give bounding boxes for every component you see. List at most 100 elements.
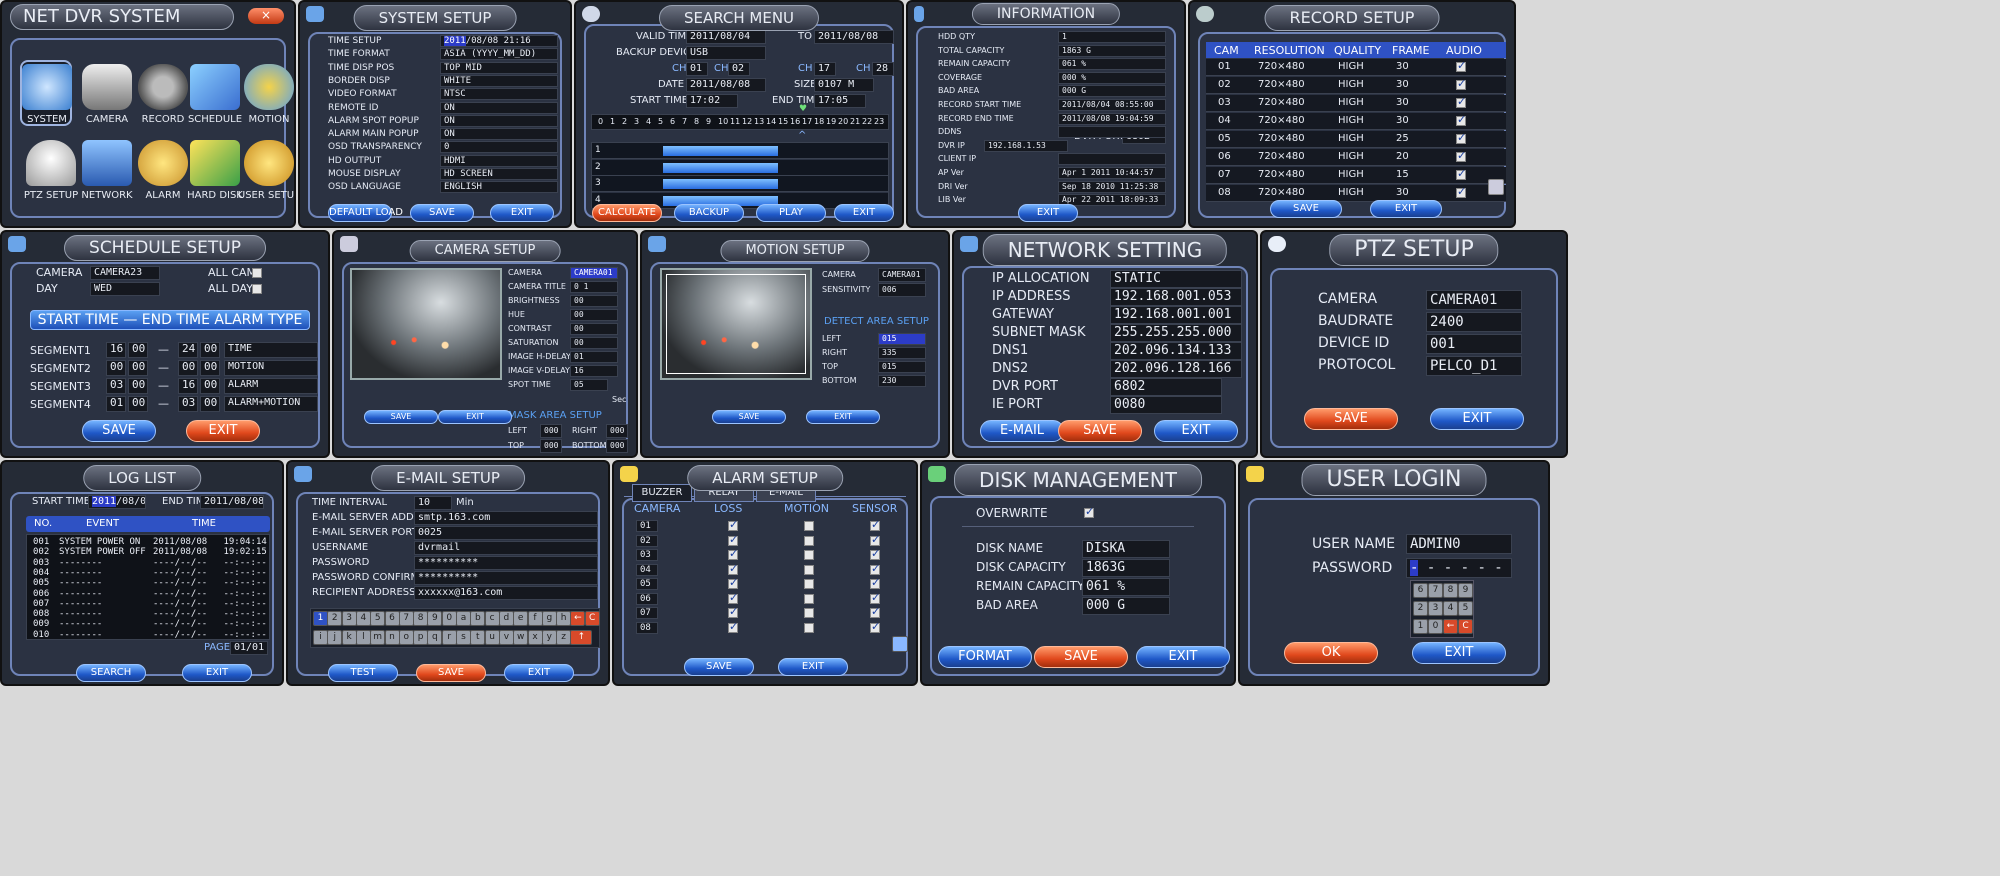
keyboard-key[interactable]: d xyxy=(498,611,514,626)
copy-icon[interactable] xyxy=(892,636,908,652)
record-cell[interactable]: 720×480 xyxy=(1258,133,1305,144)
motion-checkbox[interactable] xyxy=(804,608,814,618)
exit-button[interactable]: EXIT xyxy=(182,664,252,682)
setting-field[interactable]: TOP MID xyxy=(440,61,558,74)
record-cell[interactable]: 25 xyxy=(1396,133,1409,144)
log-event[interactable]: SYSTEM POWER ON xyxy=(59,537,140,547)
keyboard-key[interactable]: 4 xyxy=(355,611,371,626)
motion-checkbox[interactable] xyxy=(804,579,814,589)
camera-field[interactable]: CAMERA23 xyxy=(90,266,160,280)
record-cell[interactable]: 08 xyxy=(1218,187,1231,198)
keyboard-key[interactable]: 1 xyxy=(313,611,328,626)
start-minute-field[interactable]: 00 xyxy=(128,378,148,394)
keyboard-key[interactable]: x xyxy=(527,630,543,645)
system-icon[interactable] xyxy=(22,64,72,110)
record-cell[interactable]: 03 xyxy=(1218,97,1231,108)
exit-button[interactable]: EXIT xyxy=(504,664,574,682)
ok-button[interactable]: OK xyxy=(1284,642,1378,664)
keyboard-key[interactable]: g xyxy=(541,611,557,626)
mask-top-field[interactable]: 000 xyxy=(540,439,562,453)
keypad-key[interactable]: 9 xyxy=(1458,583,1473,598)
format-button[interactable]: FORMAT xyxy=(938,646,1032,668)
exit-button[interactable]: EXIT xyxy=(186,420,260,442)
save-button[interactable]: SAVE xyxy=(684,658,754,676)
audio-checkbox[interactable] xyxy=(1456,77,1466,90)
timeline-track[interactable]: 3 xyxy=(592,176,888,192)
email-field[interactable]: ********** xyxy=(414,556,598,570)
save-button[interactable]: SAVE xyxy=(416,664,486,682)
exit-button[interactable]: EXIT xyxy=(490,204,554,222)
sensor-checkbox[interactable] xyxy=(870,562,880,575)
tab-buzzer[interactable]: BUZZER xyxy=(632,484,692,502)
motion-checkbox[interactable] xyxy=(804,593,814,604)
test-button[interactable]: TEST xyxy=(328,664,398,682)
network-field[interactable]: STATIC xyxy=(1110,270,1242,288)
record-cell[interactable]: 720×480 xyxy=(1258,79,1305,90)
record-cell[interactable]: 15 xyxy=(1396,169,1409,180)
network-field[interactable]: 255.255.255.000 xyxy=(1110,324,1242,342)
setting-field[interactable]: HD SCREEN xyxy=(440,168,558,180)
log-event[interactable]: -------- xyxy=(59,589,102,599)
loss-checkbox[interactable] xyxy=(728,518,738,531)
camera-setting-field[interactable]: 00 xyxy=(570,295,618,307)
audio-checkbox[interactable] xyxy=(1456,185,1466,198)
save-button[interactable]: SAVE xyxy=(712,410,786,424)
exit-button[interactable]: EXIT xyxy=(1412,642,1506,664)
backup-button[interactable]: BACKUP xyxy=(674,204,744,222)
keyboard-key[interactable]: C xyxy=(584,611,600,626)
log-event[interactable]: -------- xyxy=(59,578,102,588)
keyboard-key[interactable]: k xyxy=(341,630,357,645)
keyboard-key[interactable]: t xyxy=(470,630,486,645)
record-cell[interactable]: 30 xyxy=(1396,61,1409,72)
network-field[interactable]: 0080 xyxy=(1110,396,1222,414)
end-time-field[interactable]: 2011/08/08 xyxy=(200,495,264,509)
network-field[interactable]: 6802 xyxy=(1110,378,1222,396)
camera-setting-field[interactable]: 01 xyxy=(570,351,618,363)
alarm-type-field[interactable]: ALARM xyxy=(224,378,318,394)
start-hour-field[interactable]: 16 xyxy=(106,342,126,358)
keyboard-key[interactable]: a xyxy=(456,611,471,626)
exit-button[interactable]: EXIT xyxy=(1018,204,1078,222)
all-cam-checkbox[interactable] xyxy=(252,268,262,278)
ch-field-4[interactable]: 28 xyxy=(872,62,894,76)
setting-field[interactable]: ON xyxy=(440,114,558,127)
copy-icon[interactable] xyxy=(1488,179,1504,195)
start-minute-field[interactable]: 00 xyxy=(128,360,148,376)
keypad-key[interactable]: 1 xyxy=(1413,619,1428,634)
sensor-checkbox[interactable] xyxy=(870,605,880,618)
loss-checkbox[interactable] xyxy=(728,533,738,546)
record-cell[interactable]: HIGH xyxy=(1338,169,1364,180)
end-minute-field[interactable]: 00 xyxy=(200,360,220,376)
audio-checkbox[interactable] xyxy=(1456,167,1466,180)
log-event[interactable]: -------- xyxy=(59,558,102,568)
timeline-tracks[interactable]: 1 2 3 4 xyxy=(591,142,889,209)
keyboard-key[interactable]: 6 xyxy=(384,611,400,626)
email-field[interactable]: smtp.163.com xyxy=(414,511,598,525)
record-cell[interactable]: 07 xyxy=(1218,169,1231,180)
recorded-segment[interactable] xyxy=(663,179,779,189)
motion-checkbox[interactable] xyxy=(804,550,814,560)
mask-left-field[interactable]: 000 xyxy=(540,424,562,438)
exit-button[interactable]: EXIT xyxy=(806,410,880,424)
setting-field[interactable]: ENGLISH xyxy=(440,181,558,194)
keypad-key[interactable]: 8 xyxy=(1443,583,1458,598)
close-button[interactable]: × xyxy=(248,8,284,24)
timeline-track[interactable]: 2 xyxy=(592,159,888,176)
log-event[interactable]: -------- xyxy=(59,568,102,578)
alarm-type-field[interactable]: MOTION xyxy=(224,360,318,376)
log-event[interactable]: -------- xyxy=(59,599,102,609)
network-field[interactable]: 202.096.134.133 xyxy=(1110,342,1242,360)
setting-field[interactable]: ASIA (YYYY_MM_DD) xyxy=(440,48,558,61)
keypad-key[interactable]: ← xyxy=(1443,619,1458,634)
record-cell[interactable]: 720×480 xyxy=(1258,151,1305,162)
record-cell[interactable]: 720×480 xyxy=(1258,61,1305,72)
keyboard-key[interactable]: z xyxy=(556,630,572,645)
keyboard-key[interactable]: c xyxy=(484,611,500,626)
setting-field[interactable]: WHITE xyxy=(440,74,558,87)
log-event[interactable]: -------- xyxy=(59,609,102,619)
exit-button[interactable]: EXIT xyxy=(778,658,848,676)
keypad-key[interactable]: 4 xyxy=(1443,601,1458,616)
camera-setting-field[interactable]: 00 xyxy=(570,323,618,335)
to-field[interactable]: 2011/08/08 xyxy=(814,30,894,44)
sensor-checkbox[interactable] xyxy=(870,533,880,546)
